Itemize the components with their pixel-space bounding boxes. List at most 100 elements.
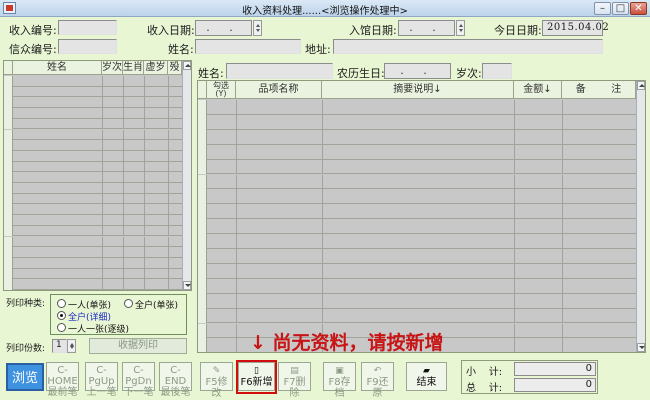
row-selector[interactable] — [4, 236, 13, 248]
row-selector[interactable] — [4, 150, 13, 162]
row-selector[interactable] — [198, 114, 207, 130]
table-row[interactable] — [4, 140, 182, 151]
row-selector[interactable] — [4, 204, 13, 216]
row-selector[interactable] — [198, 174, 207, 190]
admission-date-spinner[interactable] — [456, 20, 465, 36]
row-selector[interactable] — [4, 129, 13, 141]
table-row[interactable] — [4, 76, 182, 87]
radio-one-per-sheet[interactable] — [57, 323, 66, 332]
row-selector[interactable] — [198, 323, 207, 339]
radio-household-detail[interactable] — [57, 311, 66, 320]
row-selector[interactable] — [4, 140, 13, 151]
table-row[interactable] — [4, 279, 182, 290]
table-row[interactable] — [4, 150, 182, 162]
row-selector[interactable] — [198, 249, 207, 264]
table-row[interactable] — [198, 293, 636, 309]
row-selector[interactable] — [4, 268, 13, 280]
row-selector[interactable] — [198, 293, 207, 309]
table-row[interactable] — [198, 174, 636, 190]
table-row[interactable] — [198, 219, 636, 235]
donor-no-field[interactable] — [58, 39, 117, 54]
row-selector[interactable] — [198, 159, 207, 175]
items-table-scrollbar[interactable] — [636, 81, 645, 352]
column-header-item-name[interactable]: 品项名称 — [236, 81, 322, 99]
table-row[interactable] — [4, 86, 182, 98]
table-row[interactable] — [198, 159, 636, 175]
people-table[interactable]: 姓名 岁次 生肖 虚岁 殁 — [3, 60, 192, 291]
row-selector[interactable] — [4, 183, 13, 194]
maximize-button[interactable]: □ — [612, 2, 629, 15]
column-header-summary[interactable]: 摘要说明↓ — [322, 81, 514, 99]
address-field[interactable] — [333, 39, 603, 54]
row-selector[interactable] — [198, 263, 207, 279]
name-field[interactable] — [195, 39, 301, 54]
table-row[interactable] — [4, 118, 182, 130]
table-row[interactable] — [4, 108, 182, 119]
row-selector[interactable] — [198, 204, 207, 220]
column-header-name[interactable]: 姓名 — [13, 61, 102, 75]
edit-button[interactable]: ✎ F5修改 — [200, 362, 233, 399]
items-table[interactable]: 勾选 (Y) 品项名称 摘要说明↓ 金额↓ 备 注 — [197, 80, 646, 353]
close-button[interactable]: ✕ — [630, 2, 647, 15]
row-selector[interactable] — [198, 189, 207, 205]
lunar-birthday-field[interactable]: . . — [384, 63, 451, 79]
row-selector[interactable] — [4, 279, 13, 290]
scroll-up-icon[interactable] — [637, 81, 645, 90]
table-row[interactable] — [4, 183, 182, 194]
table-row[interactable] — [4, 215, 182, 226]
row-selector[interactable] — [4, 225, 13, 237]
table-row[interactable] — [4, 97, 182, 109]
row-selector[interactable] — [198, 338, 207, 352]
prev-record-button[interactable]: C-PgUp 上一笔 — [85, 362, 118, 398]
table-row[interactable] — [4, 161, 182, 173]
print-receipt-button[interactable]: 收据列印 — [89, 338, 187, 354]
print-copies-field[interactable]: 1 — [52, 339, 67, 353]
income-date-field[interactable]: . . — [195, 20, 252, 36]
print-copies-spinner[interactable] — [67, 339, 76, 353]
table-row[interactable] — [198, 144, 636, 160]
column-header-zodiac[interactable]: 生肖 — [123, 61, 144, 75]
table-row[interactable] — [198, 204, 636, 220]
minimize-button[interactable]: – — [594, 2, 611, 15]
people-table-scrollbar[interactable] — [182, 61, 191, 290]
table-row[interactable] — [4, 204, 182, 216]
delete-button[interactable]: ▤ F7删除 — [278, 362, 311, 399]
row-selector[interactable] — [4, 86, 13, 98]
table-row[interactable] — [198, 263, 636, 279]
table-row[interactable] — [4, 225, 182, 237]
table-row[interactable] — [198, 100, 636, 115]
browse-button[interactable]: 浏览 — [6, 363, 44, 391]
table-row[interactable] — [4, 129, 182, 141]
row-selector[interactable] — [4, 193, 13, 205]
table-row[interactable] — [4, 268, 182, 280]
row-selector[interactable] — [4, 172, 13, 183]
table-row[interactable] — [4, 247, 182, 258]
row-selector[interactable] — [198, 234, 207, 249]
table-row[interactable] — [4, 172, 182, 183]
table-row[interactable] — [198, 278, 636, 294]
income-date-spinner[interactable] — [253, 20, 262, 36]
table-row[interactable] — [198, 249, 636, 264]
restore-button[interactable]: ↶ F9还原 — [361, 362, 394, 399]
column-header-check[interactable]: 勾选 (Y) — [207, 81, 236, 99]
column-header-age-order[interactable]: 岁次 — [102, 61, 123, 75]
admission-date-field[interactable]: . . — [398, 20, 455, 36]
table-row[interactable] — [198, 234, 636, 249]
row-selector[interactable] — [198, 129, 207, 145]
row-selector[interactable] — [4, 161, 13, 173]
row-selector[interactable] — [4, 76, 13, 87]
row-selector[interactable] — [4, 97, 13, 109]
save-button[interactable]: ▣ F8存档 — [323, 362, 356, 399]
row-selector[interactable] — [4, 215, 13, 226]
row-selector[interactable] — [4, 257, 13, 269]
last-record-button[interactable]: C-END 最後笔 — [159, 362, 192, 398]
table-row[interactable] — [4, 236, 182, 248]
column-header-deceased[interactable]: 殁 — [168, 61, 182, 75]
table-row[interactable] — [198, 114, 636, 130]
row-selector[interactable] — [4, 118, 13, 130]
table-row[interactable] — [4, 193, 182, 205]
row-selector[interactable] — [198, 308, 207, 324]
age-order-field[interactable] — [482, 63, 512, 79]
exit-button[interactable]: ▰ 结束 — [406, 362, 447, 391]
row-selector[interactable] — [198, 278, 207, 294]
